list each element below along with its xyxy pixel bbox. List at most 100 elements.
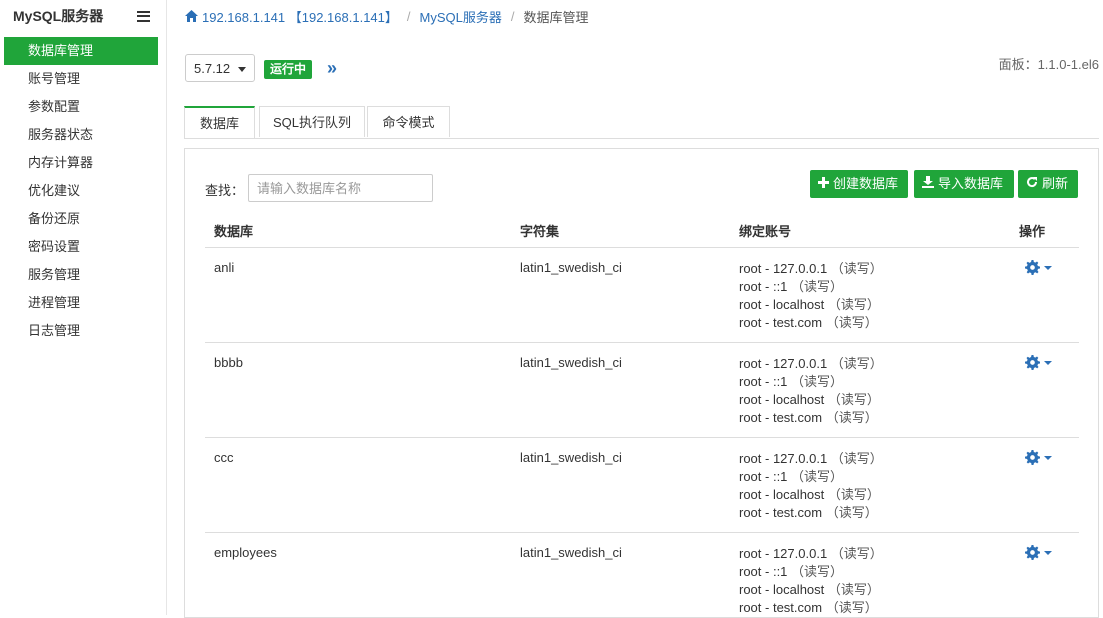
- sidebar-item-backup[interactable]: 备份还原: [0, 205, 166, 233]
- account-privilege: （读写）: [791, 374, 843, 389]
- account-text: root - 127.0.0.1: [739, 356, 827, 371]
- account-privilege: （读写）: [791, 279, 843, 294]
- bound-accounts: root - 127.0.0.1 （读写） root - ::1 （读写） ro…: [730, 533, 1010, 618]
- account-privilege: （读写）: [828, 297, 880, 312]
- gear-icon[interactable]: [1025, 450, 1052, 465]
- refresh-icon: [1026, 170, 1038, 198]
- import-icon: [922, 170, 934, 198]
- ops-cell: [1010, 248, 1079, 343]
- account-line: root - 127.0.0.1 （读写）: [739, 260, 1010, 278]
- account-line: root - localhost （读写）: [739, 486, 1010, 504]
- account-line: root - test.com （读写）: [739, 409, 1010, 427]
- breadcrumb-separator: /: [511, 9, 515, 24]
- ops-cell: [1010, 533, 1079, 618]
- account-text: root - test.com: [739, 505, 822, 520]
- panel-version: 面板：1.1.0-1.el6: [999, 54, 1099, 73]
- caret-down-icon: [1044, 456, 1052, 460]
- sidebar-item-memory-calc[interactable]: 内存计算器: [0, 149, 166, 177]
- account-privilege: （读写）: [826, 505, 878, 520]
- sidebar-item-process[interactable]: 进程管理: [0, 289, 166, 317]
- sidebar-item-accounts[interactable]: 账号管理: [0, 65, 166, 93]
- sidebar-item-params[interactable]: 参数配置: [0, 93, 166, 121]
- database-name: bbbb: [205, 343, 511, 438]
- account-line: root - test.com （读写）: [739, 314, 1010, 332]
- search-input[interactable]: [248, 174, 433, 202]
- home-icon[interactable]: [185, 10, 198, 22]
- gear-icon[interactable]: [1025, 545, 1052, 560]
- account-text: root - ::1: [739, 279, 787, 294]
- database-charset: latin1_swedish_ci: [511, 343, 730, 438]
- sidebar-item-service[interactable]: 服务管理: [0, 261, 166, 289]
- account-text: root - localhost: [739, 487, 824, 502]
- account-line: root - localhost （读写）: [739, 391, 1010, 409]
- sidebar-item-server-status[interactable]: 服务器状态: [0, 121, 166, 149]
- plus-icon: [818, 170, 829, 198]
- table-header-row: 数据库 字符集 绑定账号 操作: [205, 213, 1079, 248]
- account-privilege: （读写）: [826, 600, 878, 615]
- database-charset: latin1_swedish_ci: [511, 248, 730, 343]
- caret-down-icon: [1044, 361, 1052, 365]
- breadcrumb-mysql[interactable]: MySQL服务器: [420, 7, 502, 26]
- account-privilege: （读写）: [831, 451, 883, 466]
- bound-accounts: root - 127.0.0.1 （读写） root - ::1 （读写） ro…: [730, 248, 1010, 343]
- table-row: anli latin1_swedish_ci root - 127.0.0.1 …: [205, 248, 1079, 343]
- import-database-button[interactable]: 导入数据库: [914, 170, 1014, 198]
- account-line: root - ::1 （读写）: [739, 563, 1010, 581]
- table-row: ccc latin1_swedish_ci root - 127.0.0.1 （…: [205, 438, 1079, 533]
- search-label: 查找：: [205, 180, 244, 199]
- ops-cell: [1010, 343, 1079, 438]
- account-privilege: （读写）: [828, 392, 880, 407]
- database-panel: 查找： 创建数据库 导入数据库 刷新 数据库 字符集 绑定账号 操作: [184, 148, 1099, 618]
- tab-databases[interactable]: 数据库: [184, 106, 255, 138]
- account-text: root - ::1: [739, 469, 787, 484]
- double-chevron-right-icon[interactable]: »: [327, 58, 337, 79]
- account-privilege: （读写）: [826, 410, 878, 425]
- bound-accounts: root - 127.0.0.1 （读写） root - ::1 （读写） ro…: [730, 343, 1010, 438]
- breadcrumb-host[interactable]: 192.168.1.141 【192.168.1.141】: [202, 7, 398, 26]
- sidebar-item-database-manage[interactable]: 数据库管理: [4, 37, 158, 65]
- account-privilege: （读写）: [831, 546, 883, 561]
- caret-down-icon: [238, 67, 246, 72]
- bound-accounts: root - 127.0.0.1 （读写） root - ::1 （读写） ro…: [730, 438, 1010, 533]
- hamburger-icon[interactable]: [137, 11, 150, 22]
- column-header-ops: 操作: [1010, 213, 1079, 248]
- sidebar-title: MySQL服务器: [13, 6, 103, 26]
- account-line: root - localhost （读写）: [739, 581, 1010, 599]
- create-database-label: 创建数据库: [833, 170, 898, 198]
- account-privilege: （读写）: [826, 315, 878, 330]
- gear-icon[interactable]: [1025, 355, 1052, 370]
- account-privilege: （读写）: [828, 582, 880, 597]
- import-database-label: 导入数据库: [938, 170, 1003, 198]
- account-text: root - localhost: [739, 392, 824, 407]
- account-text: root - ::1: [739, 564, 787, 579]
- account-text: root - localhost: [739, 582, 824, 597]
- database-name: employees: [205, 533, 511, 618]
- create-database-button[interactable]: 创建数据库: [810, 170, 908, 198]
- refresh-button[interactable]: 刷新: [1018, 170, 1078, 198]
- account-text: root - localhost: [739, 297, 824, 312]
- version-value: 5.7.12: [194, 61, 230, 76]
- breadcrumb: 192.168.1.141 【192.168.1.141】 / MySQL服务器…: [185, 0, 589, 32]
- database-charset: latin1_swedish_ci: [511, 438, 730, 533]
- sidebar-item-password[interactable]: 密码设置: [0, 233, 166, 261]
- tab-bar: 数据库 SQL执行队列 命令模式: [184, 106, 1099, 139]
- account-line: root - 127.0.0.1 （读写）: [739, 450, 1010, 468]
- account-text: root - 127.0.0.1: [739, 451, 827, 466]
- table-row: employees latin1_swedish_ci root - 127.0…: [205, 533, 1079, 618]
- tab-command-mode[interactable]: 命令模式: [367, 106, 450, 137]
- breadcrumb-separator: /: [407, 9, 411, 24]
- tab-sql-queue[interactable]: SQL执行队列: [259, 106, 365, 137]
- database-charset: latin1_swedish_ci: [511, 533, 730, 618]
- column-header-accounts: 绑定账号: [730, 213, 1010, 248]
- account-line: root - localhost （读写）: [739, 296, 1010, 314]
- account-line: root - 127.0.0.1 （读写）: [739, 545, 1010, 563]
- version-select[interactable]: 5.7.12: [185, 54, 255, 82]
- account-text: root - 127.0.0.1: [739, 546, 827, 561]
- table-row: bbbb latin1_swedish_ci root - 127.0.0.1 …: [205, 343, 1079, 438]
- sidebar-item-logs[interactable]: 日志管理: [0, 317, 166, 345]
- account-line: root - ::1 （读写）: [739, 278, 1010, 296]
- sidebar-item-optimize[interactable]: 优化建议: [0, 177, 166, 205]
- column-header-database[interactable]: 数据库: [205, 213, 511, 248]
- gear-icon[interactable]: [1025, 260, 1052, 275]
- account-text: root - ::1: [739, 374, 787, 389]
